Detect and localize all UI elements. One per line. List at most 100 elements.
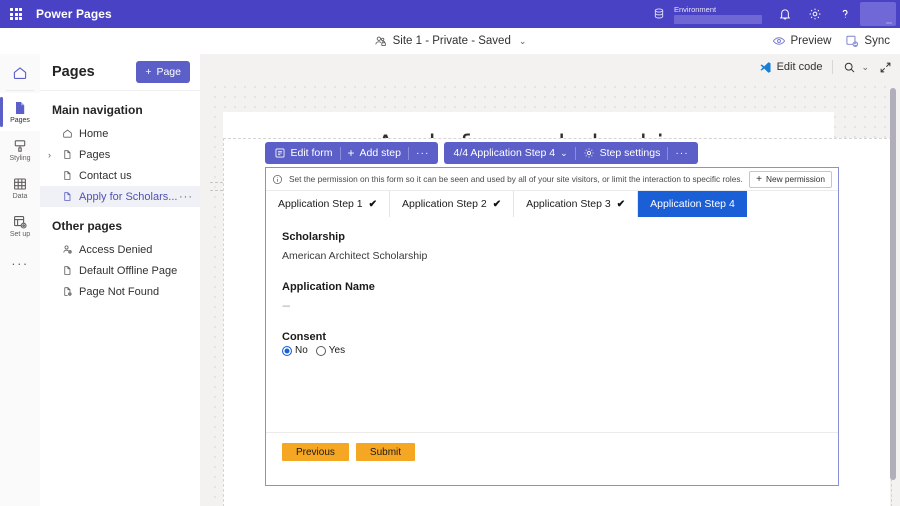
sidebar-item-overflow-icon[interactable]: ··· [179,191,193,203]
environment-icon[interactable] [644,0,674,28]
toolbar-divider [832,60,833,74]
rail-item-data[interactable]: Data [0,169,40,207]
radio-option-yes[interactable]: Yes [316,345,345,356]
sidebar-item-page-not-found[interactable]: Page Not Found [40,281,200,302]
field-consent: Consent No Yes [282,331,822,356]
step-selector-dropdown[interactable]: 4/4 Application Step 4 ⌄ [446,142,574,164]
rail-item-set-up[interactable]: Set up [0,207,40,245]
tab-label: Application Step 1 [278,198,363,210]
form-toolbar-group-right: 4/4 Application Step 4 ⌄ Step settings [444,142,697,164]
set-up-icon [12,214,28,230]
site-bar-actions: Preview Sync [772,28,890,54]
tab-application-step-1[interactable]: Application Step 1 ✔ [266,191,390,217]
other-pages-title: Other pages [40,207,200,239]
form-widget[interactable]: Edit form + Add step ··· [265,167,839,486]
radio-dot-icon [316,346,326,356]
edit-code-button[interactable]: Edit code [759,61,823,74]
top-bar-right-group: Environment [644,0,900,28]
chevron-down-icon[interactable]: ⌄ [519,36,527,47]
preview-button[interactable]: Preview [772,34,832,48]
left-rail: Pages Styling Data Set up [0,54,41,506]
sidebar-item-pages[interactable]: › Pages [40,144,200,165]
sync-button[interactable]: Sync [845,34,890,48]
sidebar-item-default-offline-page[interactable]: Default Offline Page [40,260,200,281]
plus-icon: + [756,174,762,185]
tab-label: Application Step 3 [526,198,611,210]
sidebar-item-label: Default Offline Page [79,265,177,277]
add-page-button[interactable]: + Page [136,61,190,83]
sidebar-item-label: Home [79,128,108,140]
pages-icon [12,100,28,116]
environment-value-redacted [674,15,762,24]
magnifier-icon [843,61,856,74]
submit-button[interactable]: Submit [356,443,415,461]
sidebar-item-label: Access Denied [79,244,152,256]
check-icon: ✔ [493,199,501,210]
page-settings-icon [62,286,73,297]
tab-label: Application Step 4 [650,198,735,210]
form-fields: Scholarship American Architect Scholarsh… [266,217,838,356]
step-overflow-button[interactable]: ··· [668,142,696,164]
rail-item-home[interactable] [0,58,40,88]
zoom-control[interactable]: ⌄ [843,61,869,74]
rail-item-more[interactable]: ··· [0,245,40,283]
field-value: American Architect Scholarship [282,250,822,262]
notification-bell-icon[interactable] [770,0,800,28]
radio-option-no[interactable]: No [282,345,308,356]
site-selector[interactable]: Site 1 - Private - Saved ⌄ [374,35,527,48]
pages-panel: Pages + Page Main navigation Home › Page… [40,54,201,506]
canvas-toolbar: Edit code ⌄ [759,60,892,74]
plus-icon: + [145,66,151,78]
form-body: Scholarship American Architect Scholarsh… [266,217,838,485]
check-icon: ✔ [369,199,377,210]
chevron-down-icon[interactable]: ⌄ [861,62,869,73]
form-floating-toolbar: Edit form + Add step ··· [265,142,698,164]
preview-label: Preview [791,35,832,47]
form-overflow-button[interactable]: ··· [409,142,437,164]
vscode-icon [759,61,772,74]
sidebar-item-label: Contact us [79,170,132,182]
app-launcher-waffle-icon[interactable] [0,8,32,20]
settings-gear-icon[interactable] [800,0,830,28]
previous-button[interactable]: Previous [282,443,349,461]
field-label: Consent [282,331,822,343]
info-icon [272,174,283,185]
form-toolbar-group-left: Edit form + Add step ··· [265,142,439,164]
sidebar-item-access-denied[interactable]: Access Denied [40,239,200,260]
edit-form-icon [274,147,286,159]
rail-item-pages[interactable]: Pages [0,93,40,131]
field-label: Scholarship [282,231,822,243]
step-settings-button[interactable]: Step settings [576,142,668,164]
expand-canvas-button[interactable] [879,61,892,74]
canvas-vertical-scrollbar[interactable] [890,88,896,480]
canvas-scroll-area[interactable]: Apply for a scholarship Edit form [200,54,900,506]
account-avatar[interactable] [860,2,896,26]
rail-label-pages: Pages [10,117,30,125]
environment-selector[interactable]: Environment [674,0,762,28]
add-step-label: Add step [360,147,401,159]
chevron-right-icon[interactable]: › [48,150,51,160]
radio-dot-selected-icon [282,346,292,356]
step-settings-label: Step settings [600,147,661,159]
sidebar-item-home[interactable]: Home [40,123,200,144]
tab-application-step-4[interactable]: Application Step 4 [638,191,747,217]
chevron-down-icon: ⌄ [560,148,568,159]
site-private-people-icon [374,35,387,48]
tab-application-step-2[interactable]: Application Step 2 ✔ [390,191,514,217]
sidebar-item-apply-for-scholarship[interactable]: Apply for Scholars... ··· [40,186,200,207]
field-label: Application Name [282,281,822,293]
gear-icon [583,147,595,159]
sidebar-item-contact-us[interactable]: Contact us [40,165,200,186]
tab-application-step-3[interactable]: Application Step 3 ✔ [514,191,638,217]
rail-item-styling[interactable]: Styling [0,131,40,169]
edit-form-button[interactable]: Edit form [267,142,340,164]
new-permission-button[interactable]: + New permission [749,171,832,188]
sidebar-item-label: Apply for Scholars... [79,191,177,203]
help-question-icon[interactable] [830,0,860,28]
add-step-button[interactable]: + Add step [341,142,408,164]
brand-title: Power Pages [32,7,112,21]
site-command-bar: Site 1 - Private - Saved ⌄ Preview Sync [0,28,900,55]
tab-label: Application Step 2 [402,198,487,210]
site-name-label: Site 1 - Private - Saved [393,35,511,47]
page-icon [62,149,73,160]
